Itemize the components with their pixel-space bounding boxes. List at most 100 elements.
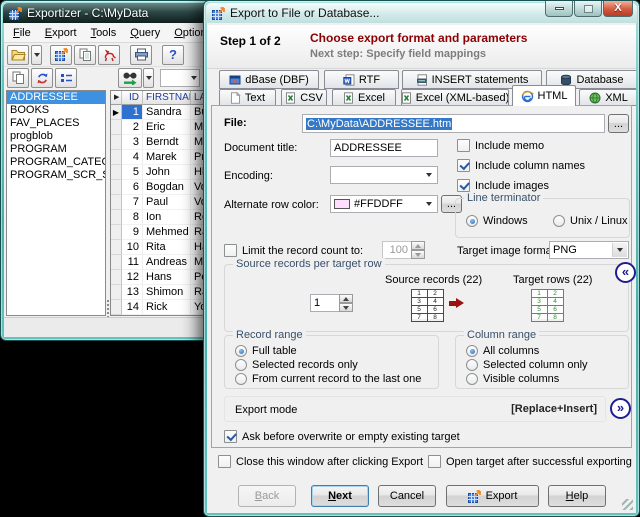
copy-icon: [79, 48, 92, 62]
tab-rtf[interactable]: RTF: [324, 70, 399, 89]
exportizer-client: File Export Tools Query Options Help: [4, 23, 226, 337]
limit-count-value: 100: [390, 244, 408, 256]
tables-list: ADDRESSEE BOOKS FAV_PLACES progblob PROG…: [6, 90, 106, 316]
all-columns-radio[interactable]: [466, 345, 478, 357]
next-button[interactable]: Next: [311, 485, 369, 507]
copy-button[interactable]: [74, 45, 96, 65]
tab-excel-xml[interactable]: Excel (XML-based): [401, 89, 509, 106]
step-label: Step 1 of 2: [220, 34, 281, 48]
maximize-button[interactable]: [574, 1, 602, 17]
tab-html-active[interactable]: HTML: [512, 85, 576, 106]
help-button[interactable]: ?: [162, 45, 184, 65]
open-database-dropdown[interactable]: [31, 45, 42, 65]
export-grid-icon: [55, 48, 68, 61]
grid-header-firstname[interactable]: FIRSTNAME: [143, 91, 191, 105]
exportizer-titlebar[interactable]: Exportizer - C:\MyData: [3, 3, 227, 23]
open-target-checkbox[interactable]: [428, 455, 441, 468]
transform-arrow-icon: [449, 298, 464, 308]
document-title-input[interactable]: ADDRESSEE: [330, 139, 438, 157]
back-button[interactable]: Back: [238, 485, 296, 507]
refresh-button[interactable]: [31, 68, 53, 88]
file-input-value: C:\MyData\ADDRESSEE.htm: [306, 118, 452, 130]
source-records-count-label: Source records (22): [385, 274, 482, 286]
tab-excel[interactable]: Excel: [332, 89, 396, 106]
export-data-button[interactable]: [50, 45, 72, 65]
list-item-books[interactable]: BOOKS: [7, 104, 105, 117]
dialog-title: Export to File or Database...: [230, 6, 379, 20]
menu-export[interactable]: Export: [38, 24, 84, 42]
list-item-addressee[interactable]: ADDRESSEE: [7, 91, 105, 104]
resize-grip[interactable]: [622, 499, 633, 510]
record-range-label: Record range: [233, 329, 306, 341]
records-per-row-input[interactable]: 1: [310, 294, 340, 312]
list-item-program-category[interactable]: PROGRAM_CATEGORY: [7, 156, 105, 169]
visible-columns-radio[interactable]: [466, 373, 478, 385]
filter-combo[interactable]: [160, 69, 200, 87]
close-button[interactable]: X: [603, 1, 633, 17]
ask-before-overwrite-label: Ask before overwrite or empty existing t…: [242, 431, 460, 443]
help-button[interactable]: Help: [548, 485, 606, 507]
expand-export-mode-button[interactable]: »: [610, 398, 631, 419]
sql-icon: [416, 74, 428, 86]
selected-column-radio[interactable]: [466, 359, 478, 371]
limit-count-input[interactable]: 100: [382, 241, 412, 259]
from-current-record-radio[interactable]: [235, 373, 247, 385]
limit-record-count-checkbox[interactable]: [224, 244, 237, 257]
view-options-icon: [60, 73, 73, 84]
next-button-label: Next: [328, 490, 352, 502]
full-table-radio[interactable]: [235, 345, 247, 357]
spin-up-icon[interactable]: [339, 294, 353, 303]
open-database-button[interactable]: [7, 45, 29, 65]
list-item-program[interactable]: PROGRAM: [7, 143, 105, 156]
source-records-group-label: Source records per target row: [233, 258, 385, 270]
spin-down-icon[interactable]: [411, 250, 425, 259]
export-button[interactable]: Export: [446, 485, 539, 507]
line-terminator-group: Line terminator Windows Unix / Linux: [455, 198, 630, 238]
spin-up-icon[interactable]: [411, 241, 425, 250]
include-memo-checkbox[interactable]: [457, 139, 470, 152]
copy-table-button[interactable]: [7, 68, 29, 88]
limit-count-spinner[interactable]: [411, 241, 425, 259]
include-column-names-label: Include column names: [475, 160, 585, 172]
cancel-button[interactable]: Cancel: [378, 485, 436, 507]
grid-header-id[interactable]: ID: [122, 91, 143, 105]
tab-dbase[interactable]: dBase (DBF): [219, 70, 319, 89]
close-after-export-label: Close this window after clicking Export: [236, 456, 423, 468]
close-after-export-checkbox[interactable]: [218, 455, 231, 468]
help-button-label: Help: [566, 490, 589, 502]
records-per-row-spinner[interactable]: [339, 294, 353, 312]
include-column-names-checkbox[interactable]: [457, 159, 470, 172]
list-item-program-scr-shot[interactable]: PROGRAM_SCR_SHOT: [7, 169, 105, 182]
limit-record-count-label: Limit the record count to:: [242, 245, 363, 257]
tab-xml[interactable]: XML: [579, 89, 636, 106]
all-columns-label: All columns: [483, 345, 539, 357]
file-input[interactable]: C:\MyData\ADDRESSEE.htm: [302, 114, 605, 133]
alt-row-color-combo[interactable]: #FFDDFF: [330, 195, 438, 213]
windows-radio[interactable]: [466, 215, 478, 227]
find-dropdown[interactable]: [143, 68, 154, 88]
source-records-group: Source records per target row 1 Source r…: [224, 264, 629, 332]
encoding-combo[interactable]: [330, 166, 438, 184]
minimize-button[interactable]: [545, 1, 573, 17]
list-item-fav-places[interactable]: FAV_PLACES: [7, 117, 105, 130]
list-item-progblob[interactable]: progblob: [7, 130, 105, 143]
print-button[interactable]: [130, 45, 152, 65]
collapse-options-button[interactable]: «: [615, 262, 636, 283]
tab-text[interactable]: Text: [219, 89, 276, 106]
menu-query[interactable]: Query: [123, 24, 167, 42]
ask-before-overwrite-checkbox[interactable]: [224, 430, 237, 443]
spin-down-icon[interactable]: [339, 303, 353, 312]
target-image-format-combo[interactable]: PNG: [549, 241, 629, 259]
file-browse-button[interactable]: ...: [608, 114, 629, 133]
menu-tools[interactable]: Tools: [84, 24, 124, 42]
menu-file[interactable]: File: [6, 24, 38, 42]
find-button[interactable]: [118, 68, 142, 88]
tab-csv[interactable]: CSV: [281, 89, 327, 106]
selected-records-radio[interactable]: [235, 359, 247, 371]
dropdown-arrow-icon: [34, 53, 40, 57]
rtf-icon: [343, 74, 355, 86]
filter-button[interactable]: [98, 45, 120, 65]
unix-linux-radio[interactable]: [553, 215, 565, 227]
view-options-button[interactable]: [55, 68, 77, 88]
include-images-checkbox[interactable]: [457, 179, 470, 192]
